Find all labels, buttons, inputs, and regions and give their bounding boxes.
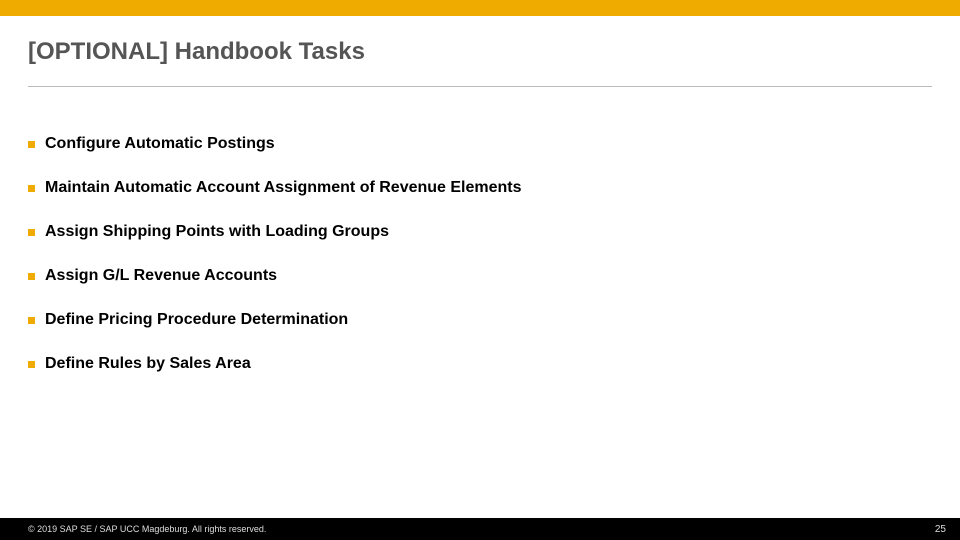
list-item-text: Define Rules by Sales Area [45, 355, 251, 373]
page-number: 25 [935, 524, 946, 535]
list-item-text: Assign G/L Revenue Accounts [45, 267, 277, 285]
list-item: Assign G/L Revenue Accounts [28, 267, 932, 285]
bullet-icon [28, 361, 35, 368]
list-item: Assign Shipping Points with Loading Grou… [28, 223, 932, 241]
bullet-icon [28, 273, 35, 280]
bullet-icon [28, 185, 35, 192]
slide-footer: © 2019 SAP SE / SAP UCC Magdeburg. All r… [0, 518, 960, 540]
bullet-icon [28, 141, 35, 148]
brand-bar [0, 0, 960, 16]
list-item-text: Maintain Automatic Account Assignment of… [45, 179, 522, 197]
list-item: Define Pricing Procedure Determination [28, 311, 932, 329]
bullet-icon [28, 229, 35, 236]
page-title: [OPTIONAL] Handbook Tasks [28, 38, 932, 66]
copyright-text: © 2019 SAP SE / SAP UCC Magdeburg. All r… [28, 524, 266, 534]
list-item-text: Define Pricing Procedure Determination [45, 311, 348, 329]
slide-header: [OPTIONAL] Handbook Tasks [0, 16, 960, 76]
list-item: Define Rules by Sales Area [28, 355, 932, 373]
list-item: Maintain Automatic Account Assignment of… [28, 179, 932, 197]
list-item-text: Configure Automatic Postings [45, 135, 275, 153]
bullet-icon [28, 317, 35, 324]
bullet-list: Configure Automatic Postings Maintain Au… [28, 135, 932, 373]
slide-content: Configure Automatic Postings Maintain Au… [0, 87, 960, 518]
list-item-text: Assign Shipping Points with Loading Grou… [45, 223, 389, 241]
slide: [OPTIONAL] Handbook Tasks Configure Auto… [0, 0, 960, 540]
list-item: Configure Automatic Postings [28, 135, 932, 153]
